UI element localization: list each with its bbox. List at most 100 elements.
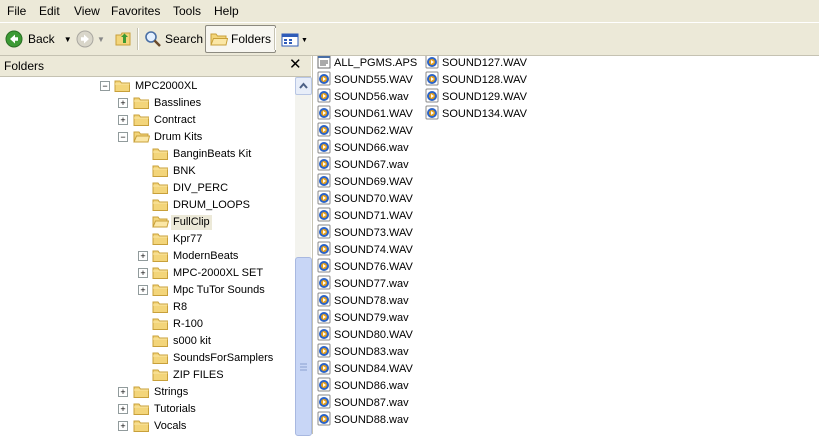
wav-audio-icon: [317, 394, 331, 412]
file-item[interactable]: SOUND134.WAV: [425, 105, 527, 122]
file-item[interactable]: SOUND56.wav: [317, 88, 409, 105]
close-icon[interactable]: ✕: [289, 56, 302, 74]
tree-item[interactable]: + Basslines: [0, 95, 295, 112]
wav-audio-icon: [317, 173, 331, 191]
file-item[interactable]: SOUND67.wav: [317, 156, 409, 173]
tree-item[interactable]: ZIP FILES: [0, 367, 295, 384]
wav-audio-icon: [317, 139, 331, 157]
tree-item[interactable]: + ModernBeats: [0, 248, 295, 265]
wav-audio-icon: [317, 275, 331, 293]
tree-item-label: SoundsForSamplers: [173, 352, 274, 364]
tree-item[interactable]: + MPC-2000XL SET: [0, 265, 295, 282]
folder-icon: [133, 385, 150, 402]
tree-item[interactable]: + Mpc TuTor Sounds: [0, 282, 295, 299]
file-item[interactable]: SOUND61.WAV: [317, 105, 413, 122]
tree-item[interactable]: DIV_PERC: [0, 180, 295, 197]
tree-item-label: MPC2000XL: [135, 80, 198, 92]
forward-dropdown-icon[interactable]: ▼: [97, 35, 105, 44]
forward-button[interactable]: ▼: [76, 26, 105, 52]
file-item[interactable]: SOUND86.wav: [317, 377, 409, 394]
file-item[interactable]: SOUND88.wav: [317, 411, 409, 428]
file-item[interactable]: SOUND69.WAV: [317, 173, 413, 190]
file-item[interactable]: SOUND71.WAV: [317, 207, 413, 224]
folder-icon: [133, 402, 150, 419]
folder-icon: [152, 232, 169, 249]
file-item[interactable]: SOUND128.WAV: [425, 71, 527, 88]
file-item[interactable]: SOUND87.wav: [317, 394, 409, 411]
tree-item[interactable]: BNK: [0, 163, 295, 180]
file-item[interactable]: SOUND129.WAV: [425, 88, 527, 105]
file-item[interactable]: SOUND62.WAV: [317, 122, 413, 139]
views-button[interactable]: ▼: [280, 26, 309, 54]
tree-item[interactable]: + Contract: [0, 112, 295, 129]
folder-open-icon: [133, 130, 151, 147]
scroll-up-button[interactable]: [295, 77, 312, 95]
scroll-thumb[interactable]: [295, 257, 312, 436]
wav-audio-icon: [317, 309, 331, 327]
file-name: SOUND84.WAV: [334, 362, 413, 375]
expand-plus-icon[interactable]: +: [118, 421, 128, 431]
tree-item[interactable]: s000 kit: [0, 333, 295, 350]
file-item[interactable]: SOUND80.WAV: [317, 326, 413, 343]
file-item[interactable]: SOUND84.WAV: [317, 360, 413, 377]
menu-favorites[interactable]: Favorites: [110, 3, 161, 19]
up-button[interactable]: [114, 26, 134, 52]
expand-plus-icon[interactable]: +: [138, 285, 148, 295]
file-item[interactable]: SOUND70.WAV: [317, 190, 413, 207]
search-button[interactable]: Search: [144, 26, 203, 52]
file-item[interactable]: SOUND76.WAV: [317, 258, 413, 275]
folder-icon: [133, 419, 150, 434]
tree-item[interactable]: BanginBeats Kit: [0, 146, 295, 163]
tree-item[interactable]: FullClip: [0, 214, 295, 231]
tree-item[interactable]: − Drum Kits: [0, 129, 295, 146]
expand-plus-icon[interactable]: +: [138, 251, 148, 261]
expand-plus-icon[interactable]: +: [118, 98, 128, 108]
menu-help[interactable]: Help: [213, 3, 240, 19]
back-button[interactable]: Back ▼: [5, 26, 72, 52]
menu-file[interactable]: File: [6, 3, 27, 19]
file-item[interactable]: SOUND83.wav: [317, 343, 409, 360]
tree-item[interactable]: + Tutorials: [0, 401, 295, 418]
file-name: SOUND62.WAV: [334, 124, 413, 137]
tree-item[interactable]: DRUM_LOOPS: [0, 197, 295, 214]
file-item[interactable]: ALL_PGMS.APS: [317, 56, 417, 71]
collapse-minus-icon[interactable]: −: [100, 81, 110, 91]
expand-plus-icon[interactable]: +: [118, 115, 128, 125]
tree-item[interactable]: R-100: [0, 316, 295, 333]
folder-icon: [152, 249, 169, 266]
file-item[interactable]: SOUND55.WAV: [317, 71, 413, 88]
wav-audio-icon: [317, 190, 331, 208]
expand-plus-icon[interactable]: +: [118, 387, 128, 397]
search-label: Search: [165, 32, 204, 46]
file-item[interactable]: SOUND74.WAV: [317, 241, 413, 258]
expand-plus-icon[interactable]: +: [138, 268, 148, 278]
tree-item[interactable]: − MPC2000XL: [0, 78, 295, 95]
expand-plus-icon[interactable]: +: [118, 404, 128, 414]
tree-item[interactable]: + Vocals: [0, 418, 295, 434]
file-item[interactable]: SOUND79.wav: [317, 309, 409, 326]
tree-scrollbar[interactable]: [295, 77, 312, 436]
menu-view[interactable]: View: [73, 3, 101, 19]
tree-item[interactable]: + Strings: [0, 384, 295, 401]
file-name: SOUND61.WAV: [334, 107, 413, 120]
wav-audio-icon: [425, 56, 439, 72]
file-name: SOUND56.wav: [334, 90, 409, 103]
tree-item[interactable]: Kpr77: [0, 231, 295, 248]
wav-audio-icon: [317, 71, 331, 89]
tree-item[interactable]: R8: [0, 299, 295, 316]
file-item[interactable]: SOUND78.wav: [317, 292, 409, 309]
tree-item-label: Kpr77: [173, 233, 203, 245]
menu-tools[interactable]: Tools: [172, 3, 202, 19]
program-file-icon: [317, 56, 331, 72]
collapse-minus-icon[interactable]: −: [118, 132, 128, 142]
tree-item-label: s000 kit: [173, 335, 211, 347]
file-item[interactable]: SOUND73.WAV: [317, 224, 413, 241]
menu-edit[interactable]: Edit: [38, 3, 61, 19]
file-item[interactable]: SOUND127.WAV: [425, 56, 527, 71]
back-dropdown-icon[interactable]: ▼: [64, 35, 72, 44]
folder-icon: [152, 317, 169, 334]
tree-item[interactable]: SoundsForSamplers: [0, 350, 295, 367]
folders-button[interactable]: Folders: [205, 25, 277, 53]
file-item[interactable]: SOUND77.wav: [317, 275, 409, 292]
file-item[interactable]: SOUND66.wav: [317, 139, 409, 156]
